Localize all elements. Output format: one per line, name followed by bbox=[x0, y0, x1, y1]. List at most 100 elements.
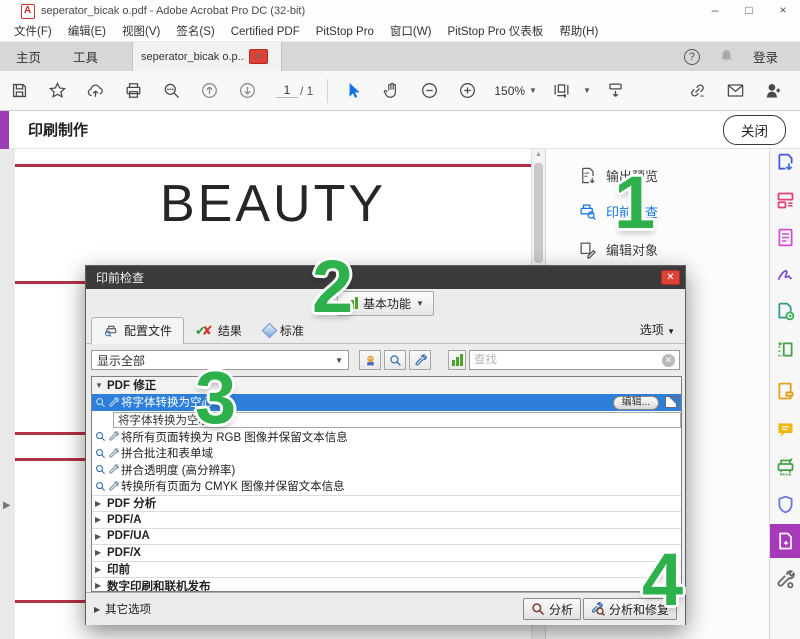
send-for-review-icon[interactable] bbox=[775, 301, 796, 322]
add-tools-icon[interactable] bbox=[775, 569, 796, 590]
collapsed-icon[interactable]: ▶ bbox=[95, 499, 107, 508]
panel-item-preflight[interactable]: 印前检查 bbox=[546, 198, 770, 224]
check-icon bbox=[95, 448, 106, 459]
scroll-up-icon[interactable]: ▲ bbox=[535, 151, 542, 158]
page-boxes-icon[interactable] bbox=[775, 339, 796, 360]
tab-tools[interactable]: 工具 bbox=[57, 42, 114, 71]
close-tool-button[interactable]: 关闭 bbox=[723, 115, 786, 145]
collapsed-icon[interactable]: ▶ bbox=[95, 581, 107, 590]
group-pdf-fixups[interactable]: ▼ PDF 修正 bbox=[92, 377, 681, 394]
maximize-button[interactable]: □ bbox=[732, 0, 766, 22]
profile-row[interactable]: 转换所有页面为 CMYK 图像并保留文本信息 bbox=[92, 478, 681, 495]
panel-item-output-preview[interactable]: 输出预览 bbox=[546, 162, 770, 188]
tab-results[interactable]: ✔✘ 结果 bbox=[184, 318, 253, 343]
standards-tab-icon bbox=[262, 323, 278, 339]
dialog-library-bar: 基本功能 ▼ bbox=[86, 289, 685, 317]
menu-file[interactable]: 文件(F) bbox=[6, 22, 60, 42]
profile-flag-icon[interactable] bbox=[665, 396, 677, 408]
close-document-icon[interactable]: × bbox=[249, 49, 268, 64]
acrobat-app-icon bbox=[21, 4, 35, 19]
other-options-toggle[interactable]: ▶ 其它选项 bbox=[94, 601, 151, 617]
menu-view[interactable]: 视图(V) bbox=[114, 22, 168, 42]
panel-title: 印刷制作 bbox=[28, 119, 88, 140]
page-headline-text: BEAUTY bbox=[118, 176, 428, 233]
add-person-icon[interactable] bbox=[754, 73, 792, 109]
previous-page-icon[interactable] bbox=[190, 73, 228, 109]
active-tool-icon[interactable] bbox=[770, 524, 800, 558]
group-pdfa[interactable]: ▶PDF/A bbox=[92, 511, 681, 528]
bell-icon[interactable] bbox=[718, 48, 735, 65]
tab-standards[interactable]: 标准 bbox=[253, 318, 315, 343]
fill-sign-icon[interactable] bbox=[775, 264, 796, 285]
group-pdfua[interactable]: ▶PDF/UA bbox=[92, 528, 681, 545]
clear-search-icon[interactable]: ✕ bbox=[662, 354, 675, 367]
print-icon[interactable] bbox=[114, 73, 152, 109]
organize-pages-icon[interactable] bbox=[775, 190, 796, 211]
dialog-titlebar[interactable]: 印前检查 ✕ bbox=[86, 266, 685, 289]
hand-tool-icon[interactable] bbox=[372, 73, 410, 109]
left-pane-toggle-icon[interactable]: ▶ bbox=[3, 500, 11, 511]
scrollbar-thumb[interactable] bbox=[534, 163, 543, 263]
email-icon[interactable] bbox=[716, 73, 754, 109]
profile-row[interactable]: 拼合透明度 (高分辨率) bbox=[92, 462, 681, 479]
selected-profile-row[interactable]: 将字体转换为空心 编辑... bbox=[92, 394, 681, 411]
menu-pitstop-pro[interactable]: PitStop Pro bbox=[308, 22, 382, 42]
protect-icon[interactable] bbox=[775, 494, 796, 515]
zoom-dropdown-icon[interactable]: ▼ bbox=[529, 86, 537, 95]
star-icon[interactable] bbox=[38, 73, 76, 109]
zoom-level-value[interactable]: 150% bbox=[494, 84, 525, 98]
export-pdf-icon[interactable] bbox=[775, 152, 796, 173]
group-pdfx[interactable]: ▶PDF/X bbox=[92, 544, 681, 561]
combine-files-icon[interactable] bbox=[775, 227, 796, 248]
page-total-label: / 1 bbox=[300, 84, 313, 98]
library-view-icon[interactable] bbox=[448, 350, 466, 370]
single-check-icon[interactable] bbox=[384, 350, 406, 370]
save-icon[interactable] bbox=[0, 73, 38, 109]
menu-certified-pdf[interactable]: Certified PDF bbox=[223, 22, 308, 42]
fit-dropdown-icon[interactable]: ▼ bbox=[583, 86, 591, 95]
page-number-input[interactable]: 1 bbox=[276, 83, 298, 98]
fit-width-icon[interactable] bbox=[543, 73, 581, 109]
group-pdf-analysis[interactable]: ▶PDF 分析 bbox=[92, 495, 681, 512]
search-input[interactable] bbox=[474, 354, 662, 366]
close-window-button[interactable]: × bbox=[766, 0, 800, 22]
group-digital-printing[interactable]: ▶数字印刷和联机发布 bbox=[92, 577, 681, 592]
menu-help[interactable]: 帮助(H) bbox=[551, 22, 606, 42]
collapsed-icon[interactable]: ▶ bbox=[95, 532, 107, 541]
tab-profiles[interactable]: 配置文件 bbox=[91, 317, 184, 344]
collapsed-icon[interactable]: ▶ bbox=[95, 548, 107, 557]
menu-sign[interactable]: 签名(S) bbox=[168, 22, 222, 42]
collapsed-icon[interactable]: ▶ bbox=[95, 565, 107, 574]
minimize-button[interactable]: – bbox=[698, 0, 732, 22]
group-prepress[interactable]: ▶印前 bbox=[92, 561, 681, 578]
menu-window[interactable]: 窗口(W) bbox=[382, 22, 440, 42]
options-menu[interactable]: 选项 ▼ bbox=[640, 321, 675, 343]
search-icon[interactable] bbox=[152, 73, 190, 109]
collapsed-icon[interactable]: ▶ bbox=[95, 515, 107, 524]
menu-pitstop-dashboard[interactable]: PitStop Pro 仪表板 bbox=[439, 22, 551, 42]
tab-home[interactable]: 主页 bbox=[0, 42, 57, 71]
panel-item-edit-object[interactable]: 编辑对象 bbox=[546, 236, 770, 262]
profile-row[interactable]: 将所有页面转换为 RGB 图像并保留文本信息 bbox=[92, 429, 681, 446]
help-icon[interactable]: ? bbox=[684, 49, 700, 65]
expand-icon[interactable]: ▼ bbox=[95, 381, 107, 390]
analyze-button[interactable]: 分析 bbox=[523, 598, 581, 620]
menu-edit[interactable]: 编辑(E) bbox=[60, 22, 114, 42]
edit-profile-button[interactable]: 编辑... bbox=[613, 396, 659, 410]
scrolling-mode-icon[interactable] bbox=[597, 73, 635, 109]
print-production-icon[interactable] bbox=[775, 457, 796, 478]
share-upload-icon[interactable] bbox=[76, 73, 114, 109]
next-page-icon[interactable] bbox=[228, 73, 266, 109]
comment-icon[interactable] bbox=[775, 419, 796, 440]
link-share-icon[interactable] bbox=[678, 73, 716, 109]
sign-in-button[interactable]: 登录 bbox=[753, 47, 778, 66]
select-tool-icon[interactable] bbox=[334, 73, 372, 109]
profile-wizard-icon[interactable] bbox=[359, 350, 381, 370]
single-fixup-icon[interactable] bbox=[409, 350, 431, 370]
zoom-in-icon[interactable] bbox=[448, 73, 486, 109]
zoom-out-icon[interactable] bbox=[410, 73, 448, 109]
profile-row[interactable]: 拼合批注和表单域 bbox=[92, 445, 681, 462]
dialog-close-icon[interactable]: ✕ bbox=[661, 270, 680, 285]
tab-document[interactable]: seperator_bicak o.p... × bbox=[132, 42, 282, 71]
stamp-icon[interactable] bbox=[775, 381, 796, 402]
